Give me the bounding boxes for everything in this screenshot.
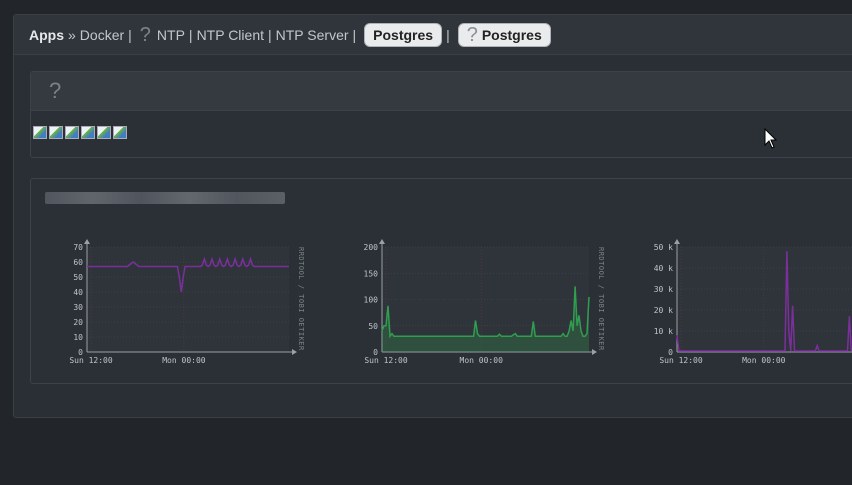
mouse-cursor-icon [764,128,778,149]
broken-image-icon[interactable] [49,126,63,139]
postgres-button[interactable]: Postgres [364,22,443,47]
graph-2[interactable]: 050100150200Sun 12:00 Mon 00:00RRDTOOL / … [344,237,609,367]
breadcrumb-ntp[interactable]: NTP [157,27,185,43]
icon-panel-header: ? [31,72,852,111]
blurred-title [45,192,285,204]
x-axis-arrow-icon [592,349,597,355]
graphs-panel-header [31,179,852,217]
rrdtool-credit-label: RRDTOOL / TOBI OETIKER [297,247,305,351]
breadcrumb-separator: | [128,26,132,43]
broken-image-icon[interactable] [113,126,127,139]
rrdtool-credit-label: RRDTOOL / TOBI OETIKER [597,247,605,351]
breadcrumb-separator: | [352,26,357,43]
y-tick-label: 10 [73,333,83,342]
broken-image-icon[interactable] [81,126,95,139]
broken-image-icon[interactable] [33,126,47,139]
x-tick-label: Sun 12:00 [69,356,113,365]
unknown-app-icon: ? [139,23,151,46]
y-tick-label: 50 k [654,243,673,252]
plot-area [677,247,852,352]
breadcrumb-ntp-client[interactable]: NTP Client [197,27,264,43]
x-axis-arrow-icon [292,349,297,355]
y-tick-label: 50 [73,273,83,282]
app-container: Apps » Docker | ? NTP | NTP Client | NTP… [13,14,852,418]
x-tick-label: Mon 00:00 [742,356,786,365]
y-tick-label: 60 [73,258,83,267]
y-tick-label: 150 [364,269,379,278]
broken-image-icon[interactable] [97,126,111,139]
broken-image-icon[interactable] [65,126,79,139]
breadcrumb-separator: | [446,26,450,43]
x-tick-label: Sun 12:00 [364,356,408,365]
x-tick-label: Sun 12:00 [659,356,703,365]
breadcrumb-ntp-server[interactable]: NTP Server [276,27,349,43]
breadcrumb-separator: | [268,26,272,43]
y-tick-label: 30 k [654,285,673,294]
y-tick-label: 20 k [654,306,673,315]
y-tick-label: 40 k [654,264,673,273]
graph-3[interactable]: 010 k20 k30 k40 k50 kSun 12:00 Mon 00:00 [637,237,852,367]
y-tick-label: 200 [364,243,379,252]
unknown-app-icon: ? [466,23,478,46]
icon-panel: ? [30,71,852,158]
y-tick-label: 20 [73,318,83,327]
y-axis-arrow-icon [84,239,90,244]
postgres-active-button[interactable]: ? Postgres [457,22,551,47]
graph-1[interactable]: 010203040506070Sun 12:00 Mon 00:00RRDTOOL… [49,237,309,367]
y-tick-label: 30 [73,303,83,312]
y-tick-label: 70 [73,243,83,252]
graphs-panel: 0 10 20 30 40 50 60 70 Sun 12:00 Mon 00:00 RRDTOOL… [30,178,852,384]
breadcrumb-docker[interactable]: Docker [80,27,124,43]
y-axis-arrow-icon [379,239,385,244]
unknown-app-icon: ? [49,78,62,103]
postgres-active-label: Postgres [481,26,542,43]
breadcrumb-separator: | [188,26,193,43]
broken-image-list [33,126,129,139]
x-tick-label: Mon 00:00 [460,356,504,365]
breadcrumb: Apps » Docker | ? NTP | NTP Client | NTP… [14,15,852,55]
y-tick-label: 10 k [654,327,673,336]
x-tick-label: Mon 00:00 [162,356,206,365]
y-tick-label: 100 [364,296,379,305]
plot-area [87,247,289,352]
y-axis-arrow-icon [674,239,680,244]
y-tick-label: 50 [368,322,378,331]
breadcrumb-apps[interactable]: Apps [29,27,64,43]
breadcrumb-arrow: » [68,26,76,43]
y-tick-label: 40 [73,288,83,297]
